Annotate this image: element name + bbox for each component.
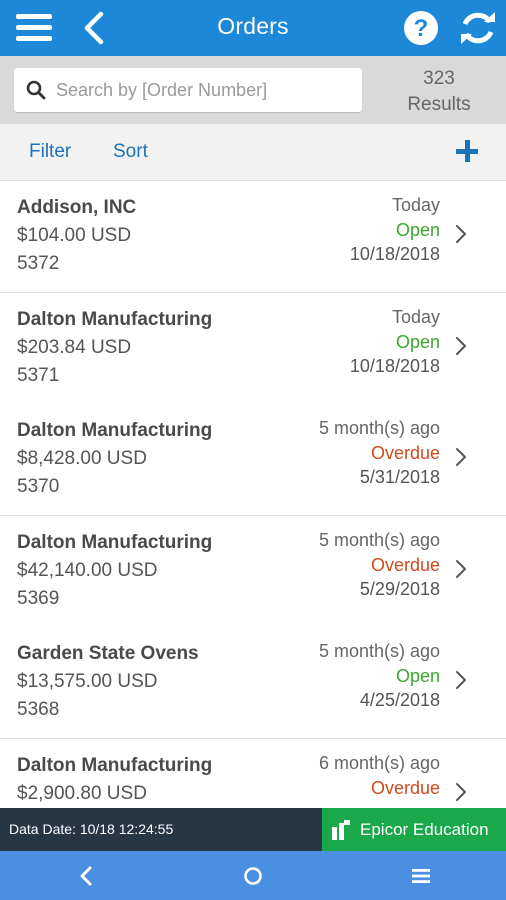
chevron-right-icon <box>456 783 466 801</box>
svg-text:?: ? <box>414 15 429 42</box>
nav-home-icon[interactable] <box>240 863 266 889</box>
filter-sort-toolbar: Filter Sort <box>0 124 506 181</box>
order-status: Overdue <box>370 443 440 463</box>
help-icon[interactable]: ? <box>403 10 439 46</box>
education-label: Epicor Education <box>360 820 489 839</box>
order-row[interactable]: Dalton Manufacturing $42,140.00 USD 5369 5 … <box>0 516 506 628</box>
order-age: 5 month(s) ago <box>318 530 440 550</box>
order-number: 5371 <box>17 365 60 386</box>
footer-bar: Data Date: 10/18 12:24:55 Epicor Educati… <box>0 808 506 851</box>
order-date: 4/25/2018 <box>359 690 440 710</box>
order-date: 10/18/2018 <box>349 356 440 376</box>
data-date: Data Date: 10/18 12:24:55 <box>9 821 174 837</box>
order-status: Open <box>395 666 440 686</box>
order-age: 5 month(s) ago <box>318 641 440 661</box>
order-number: 5369 <box>17 588 60 609</box>
order-customer: Dalton Manufacturing <box>17 420 213 441</box>
nav-menu-icon[interactable] <box>408 863 434 889</box>
filter-button[interactable]: Filter <box>29 141 71 163</box>
epicor-education-button[interactable]: Epicor Education <box>322 808 506 851</box>
system-nav-bar <box>0 851 506 900</box>
nav-back-icon[interactable] <box>73 863 99 889</box>
order-row[interactable]: Dalton Manufacturing $203.84 USD 5371 Today… <box>0 293 506 405</box>
chevron-right-icon <box>456 225 466 243</box>
order-number: 5372 <box>17 253 60 274</box>
plus-icon[interactable] <box>454 138 480 164</box>
order-amount: $42,140.00 USD <box>17 560 158 581</box>
order-age: Today <box>391 307 440 327</box>
order-status: Overdue <box>370 555 440 575</box>
order-age: Today <box>391 195 440 215</box>
order-age: 5 month(s) ago <box>318 418 440 438</box>
order-date: 5/31/2018 <box>359 467 440 487</box>
order-customer: Dalton Manufacturing <box>17 309 213 330</box>
order-row[interactable]: Addison, INC $104.00 USD 5372 Today Open 10/1… <box>0 181 506 293</box>
order-customer: Dalton Manufacturing <box>17 755 213 776</box>
app-bar: Orders ? <box>0 0 506 56</box>
order-number: 5370 <box>17 476 60 497</box>
order-amount: $8,428.00 USD <box>17 448 147 469</box>
order-row[interactable]: Garden State Ovens $13,575.00 USD 5368 5 mo… <box>0 627 506 739</box>
order-date: 10/18/2018 <box>349 244 440 264</box>
education-icon <box>332 820 350 840</box>
order-amount: $203.84 USD <box>17 337 132 358</box>
chevron-right-icon <box>456 671 466 689</box>
refresh-icon[interactable] <box>459 10 497 46</box>
order-amount: $13,575.00 USD <box>17 671 158 692</box>
results-number: 323 <box>423 68 455 89</box>
order-customer: Dalton Manufacturing <box>17 532 213 553</box>
order-amount: $2,900.80 USD <box>17 783 147 804</box>
search-input[interactable] <box>56 76 352 104</box>
search-icon <box>26 80 46 100</box>
order-customer: Garden State Ovens <box>17 643 199 664</box>
order-number: 5368 <box>17 699 60 720</box>
order-status: Overdue <box>370 778 440 798</box>
orders-list: Addison, INC $104.00 USD 5372 Today Open 10/1… <box>0 181 506 808</box>
chevron-right-icon <box>456 448 466 466</box>
search-bar: 323 Results <box>0 56 506 124</box>
order-amount: $104.00 USD <box>17 225 132 246</box>
order-customer: Addison, INC <box>17 197 137 218</box>
order-status: Open <box>395 220 440 240</box>
order-row[interactable]: Dalton Manufacturing $2,900.80 USD 6 month… <box>0 739 506 808</box>
sort-button[interactable]: Sort <box>113 141 148 163</box>
results-count: 323 Results <box>380 66 498 118</box>
order-row[interactable]: Dalton Manufacturing $8,428.00 USD 5370 5 m… <box>0 404 506 516</box>
search-box[interactable] <box>14 68 362 112</box>
order-status: Open <box>395 332 440 352</box>
order-date: 5/29/2018 <box>359 579 440 599</box>
order-age: 6 month(s) ago <box>318 753 440 773</box>
chevron-right-icon <box>456 560 466 578</box>
results-label: Results <box>407 94 471 115</box>
chevron-right-icon <box>456 337 466 355</box>
